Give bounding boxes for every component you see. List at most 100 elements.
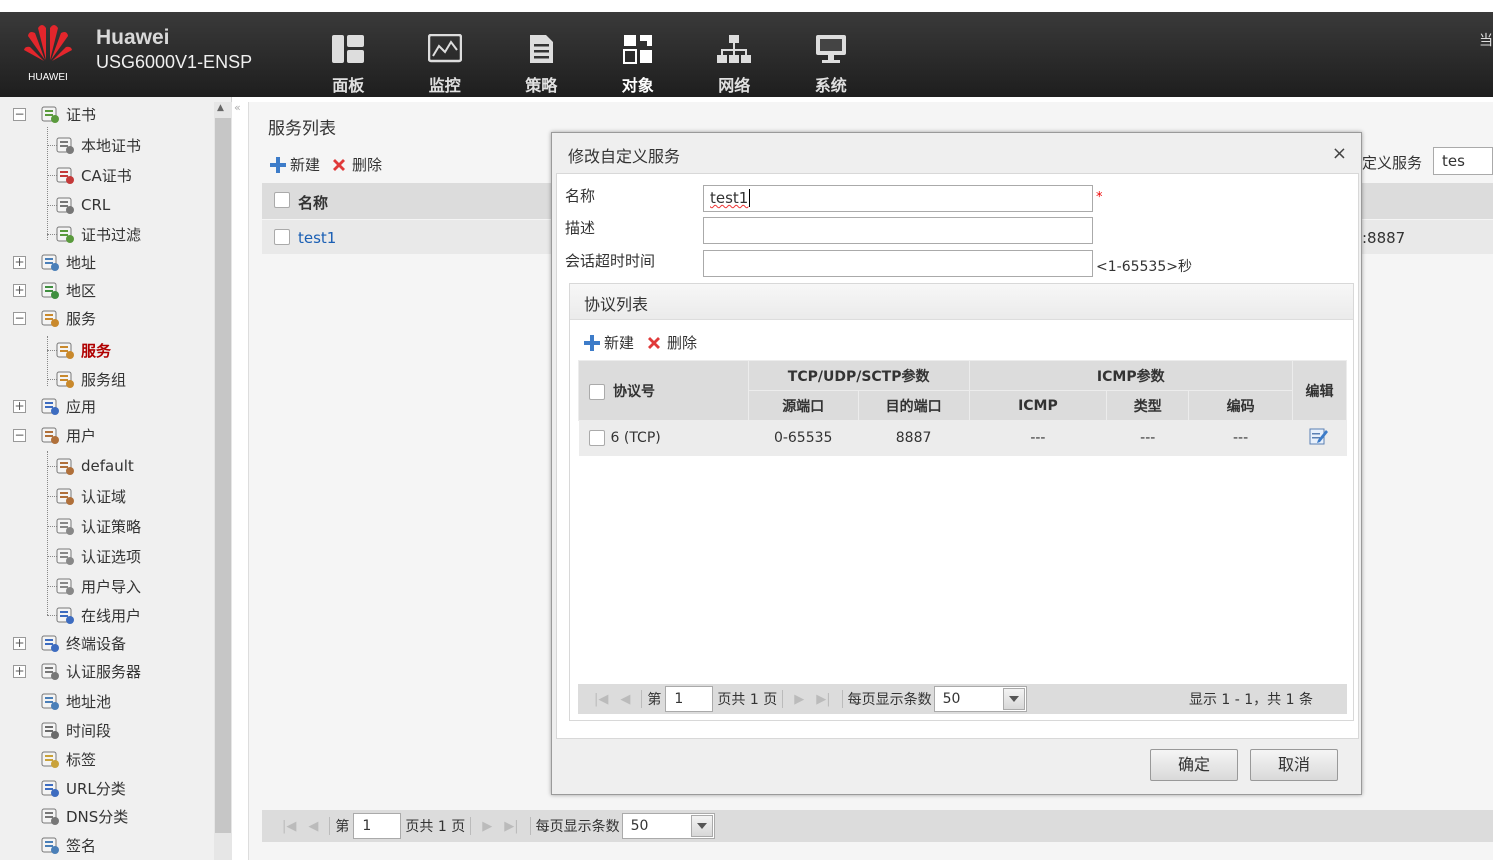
sidebar-item[interactable]: 签名 <box>0 831 212 859</box>
search-input[interactable]: tes <box>1433 147 1493 175</box>
table-row[interactable]: 6 (TCP) 0-65535 8887 --- --- --- <box>578 420 1347 456</box>
sidebar-item[interactable]: 本地证书 <box>0 131 212 159</box>
tree-node-icon <box>56 548 74 565</box>
sidebar-item-label: 服务 <box>66 309 97 328</box>
nav-dashboard[interactable]: 面板 <box>300 34 397 96</box>
name-field[interactable]: test1 <box>703 185 1093 212</box>
sidebar-item[interactable]: 用户导入 <box>0 572 212 600</box>
session-timeout-field[interactable] <box>703 250 1093 277</box>
expand-icon[interactable]: + <box>13 283 26 297</box>
sidebar-item[interactable]: 地址池 <box>0 687 212 715</box>
tree-node-icon <box>56 197 74 214</box>
protocol-delete-button[interactable]: 删除 <box>646 332 697 353</box>
nav-monitor[interactable]: 监控 <box>397 33 494 96</box>
tree-node-icon <box>56 578 74 595</box>
edit-service-dialog: 修改自定义服务 × 名称 test1 * 描述 会话超时时间 <1-65535>… <box>551 132 1362 795</box>
sidebar-item-content: 认证选项 <box>55 546 141 567</box>
sidebar-item-content: CA证书 <box>55 165 132 186</box>
cancel-button[interactable]: 取消 <box>1250 749 1338 781</box>
sidebar-item[interactable]: 认证策略 <box>0 512 212 540</box>
page-number-input[interactable]: 1 <box>665 686 714 712</box>
delete-button[interactable]: 删除 <box>331 154 382 175</box>
sidebar-item[interactable]: CRL <box>0 191 212 219</box>
sidebar-item[interactable]: + 认证服务器 <box>0 657 212 685</box>
select-all-checkbox[interactable] <box>274 192 290 208</box>
last-page-icon[interactable]: ▶| <box>816 692 830 707</box>
sidebar-item[interactable]: + 终端设备 <box>0 629 212 657</box>
scroll-up-arrow-icon[interactable]: ▲ <box>217 103 224 113</box>
sidebar-item-content: DNS分类 <box>40 806 128 827</box>
per-page-select[interactable]: 50 <box>621 813 715 839</box>
sidebar-item-label: CRL <box>81 196 111 214</box>
huawei-logo-icon <box>24 25 72 61</box>
sidebar-item[interactable]: default <box>0 452 212 480</box>
sidebar-item[interactable]: 认证域 <box>0 482 212 510</box>
expand-icon[interactable]: + <box>13 399 26 413</box>
protocol-new-button[interactable]: 新建 <box>584 332 634 353</box>
sidebar-item[interactable]: − 证书 <box>0 100 212 128</box>
edit-column-header: 编辑 <box>1291 360 1348 421</box>
sidebar-item-content: 时间段 <box>40 720 111 741</box>
expand-icon[interactable]: + <box>13 636 26 650</box>
sidebar-item[interactable]: − 服务 <box>0 304 212 332</box>
sidebar-item[interactable]: + 地址 <box>0 248 212 276</box>
nav-system[interactable]: 系统 <box>783 34 880 96</box>
expand-icon[interactable]: + <box>13 255 26 269</box>
protocol-list-panel: 协议列表 新建 删除 协议号 TCP/UDP/SCTP参数 ICMP参数 编辑 <box>569 283 1354 721</box>
nav-policy[interactable]: 策略 <box>493 34 590 96</box>
sidebar-item[interactable]: 认证选项 <box>0 542 212 570</box>
service-name-link[interactable]: test1 <box>298 229 336 247</box>
close-icon[interactable]: × <box>1332 143 1347 164</box>
description-field[interactable] <box>703 217 1093 244</box>
prev-page-icon[interactable]: ◀ <box>308 819 318 834</box>
sidebar-item[interactable]: + 应用 <box>0 392 212 420</box>
row-checkbox[interactable] <box>274 229 290 245</box>
sidebar-item-content: 本地证书 <box>55 135 141 156</box>
delete-x-icon <box>333 158 345 171</box>
sidebar-item-label: 服务组 <box>81 370 127 389</box>
policy-icon <box>530 35 554 63</box>
tree-node-icon <box>41 780 59 797</box>
next-page-icon[interactable]: ▶ <box>482 819 492 834</box>
tree-node-icon <box>56 137 74 154</box>
nav-label: 监控 <box>428 76 461 95</box>
page-number-input[interactable]: 1 <box>353 813 402 839</box>
nav-network[interactable]: 网络 <box>686 34 783 96</box>
collapse-sidebar-icon[interactable]: « <box>234 101 241 114</box>
collapse-icon[interactable]: − <box>13 107 26 121</box>
sidebar-item-content: 签名 <box>40 835 96 856</box>
expand-icon[interactable]: + <box>13 664 26 678</box>
description-label: 描述 <box>565 219 596 237</box>
sidebar-item[interactable]: 时间段 <box>0 716 212 744</box>
sidebar-item[interactable]: 标签 <box>0 745 212 773</box>
ok-button[interactable]: 确定 <box>1150 749 1238 781</box>
text-cursor <box>749 189 751 207</box>
last-page-icon[interactable]: ▶| <box>504 819 518 834</box>
tree-node-icon <box>41 254 59 271</box>
new-button[interactable]: 新建 <box>270 154 320 175</box>
src-port-header: 源端口 <box>747 390 859 421</box>
nav-object[interactable]: 对象 <box>590 34 687 96</box>
sidebar-item[interactable]: 服务 <box>0 336 212 364</box>
sidebar-item[interactable]: − 用户 <box>0 421 212 449</box>
first-page-icon[interactable]: |◀ <box>282 819 296 834</box>
collapse-icon[interactable]: − <box>13 428 26 442</box>
select-all-protocols-checkbox[interactable] <box>589 383 605 400</box>
next-page-icon[interactable]: ▶ <box>794 692 804 707</box>
prev-page-icon[interactable]: ◀ <box>620 692 630 707</box>
sidebar-item[interactable]: + 地区 <box>0 276 212 304</box>
sidebar-item[interactable]: DNS分类 <box>0 802 212 830</box>
sidebar-scroll-thumb[interactable] <box>215 118 231 833</box>
sidebar-item[interactable]: URL分类 <box>0 774 212 802</box>
per-page-select[interactable]: 50 <box>933 686 1027 712</box>
edit-icon[interactable] <box>1309 427 1329 445</box>
collapse-icon[interactable]: − <box>13 311 26 325</box>
sidebar-item[interactable]: 在线用户 <box>0 601 212 629</box>
first-page-icon[interactable]: |◀ <box>594 692 608 707</box>
per-page-value: 50 <box>630 818 649 834</box>
sidebar-item[interactable]: 服务组 <box>0 365 212 393</box>
protocol-row-checkbox[interactable] <box>588 430 605 447</box>
network-icon <box>717 35 752 63</box>
sidebar-item[interactable]: CA证书 <box>0 161 212 189</box>
sidebar-item[interactable]: 证书过滤 <box>0 220 212 248</box>
